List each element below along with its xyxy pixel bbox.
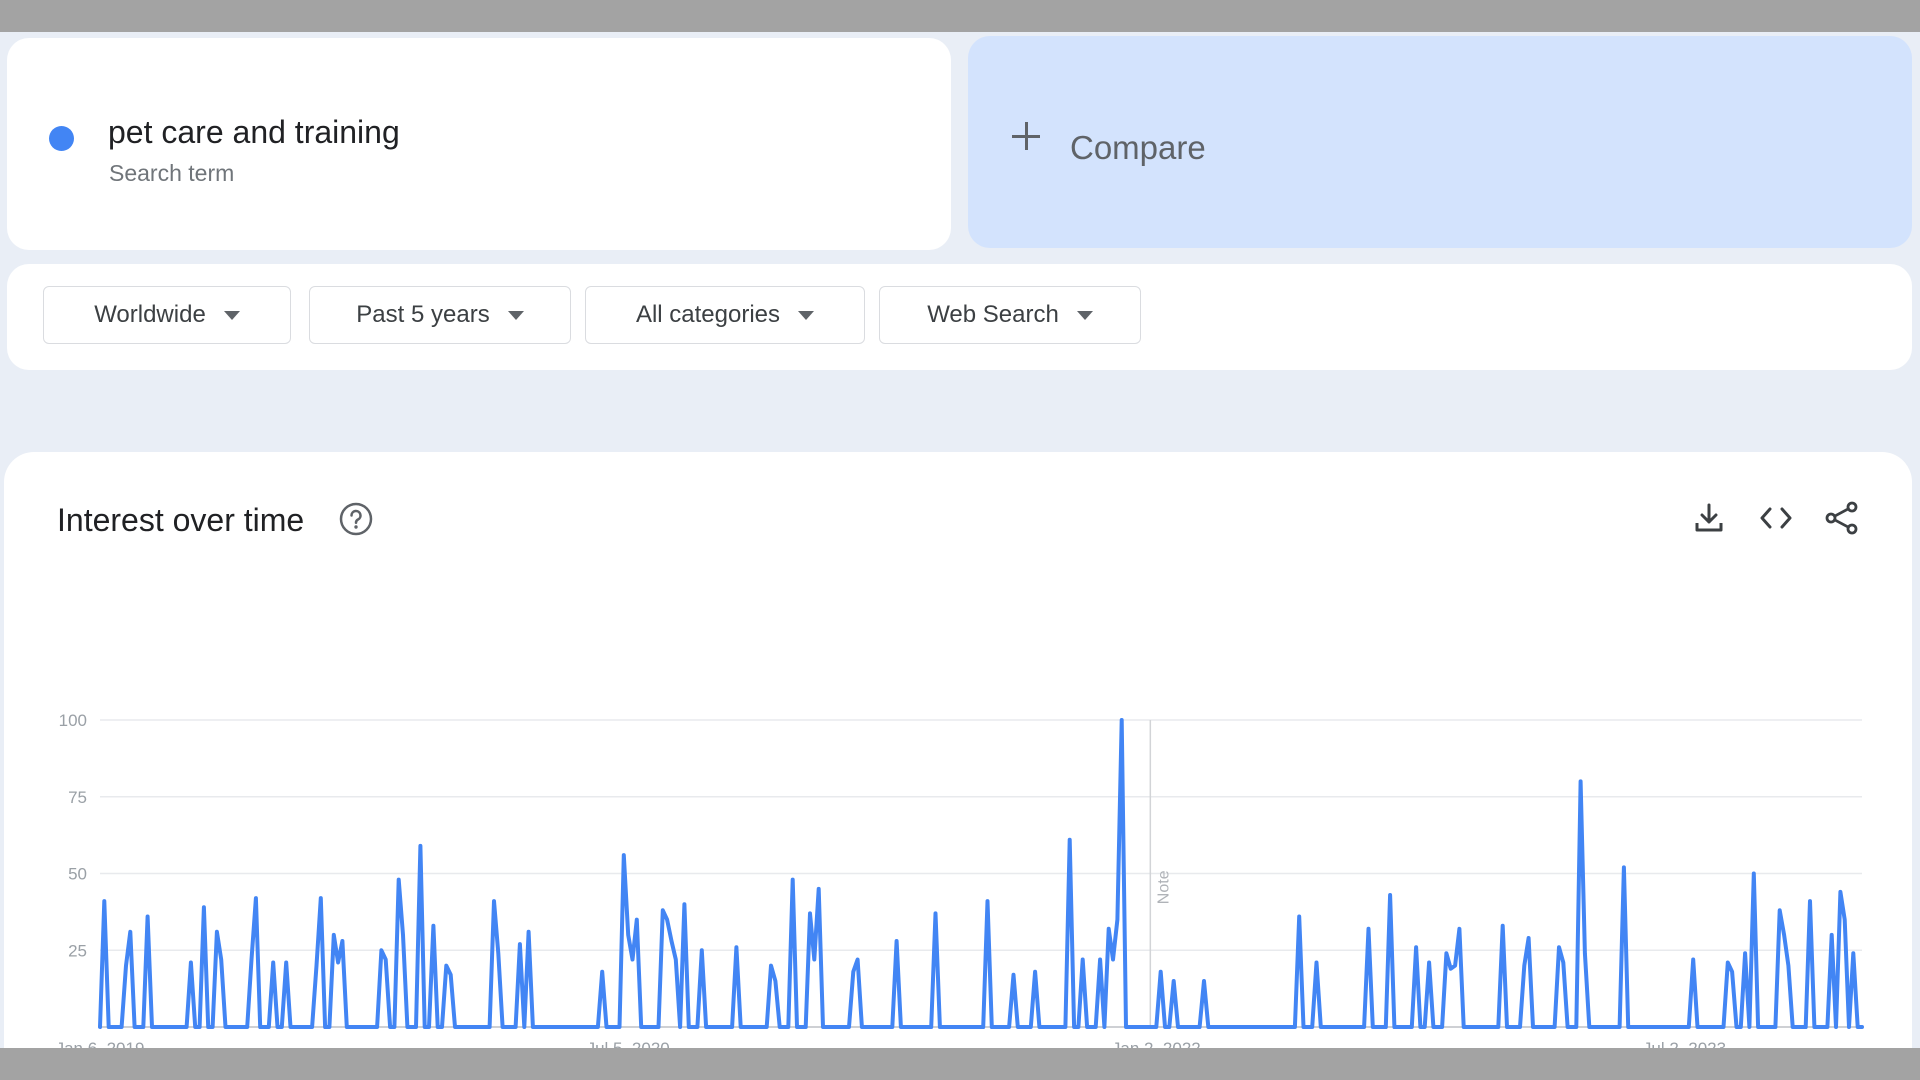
caret-down-icon	[798, 310, 815, 320]
annotation-label: Note	[1155, 870, 1172, 904]
interest-over-time-panel: Interest over time 25 50 75 100 Jan 6, 2019 J…	[4, 452, 1912, 1048]
caret-down-icon	[223, 310, 240, 320]
series-color-dot	[49, 126, 74, 151]
caret-down-icon	[507, 310, 524, 320]
search-term-subtitle: Search term	[109, 160, 235, 186]
category-filter-label: All categories	[635, 301, 781, 328]
category-filter-dropdown[interactable]: All categories	[585, 286, 865, 344]
trend-chart: 25 50 75 100 Jan 6, 2019 Jul 5, 2020 Jan 2, 20…	[56, 711, 1864, 1048]
x-tick-label: Jan 2, 2022	[1112, 1039, 1201, 1048]
y-tick-label: 50	[68, 865, 87, 884]
compare-label: Compare	[1070, 129, 1206, 166]
time-range-filter-dropdown[interactable]: Past 5 years	[309, 286, 571, 344]
time-range-filter-label: Past 5 years	[356, 301, 490, 328]
y-tick-label: 25	[68, 941, 87, 960]
filter-bar: Worldwide Past 5 years All categories We…	[7, 264, 1912, 370]
compare-button[interactable]: Compare	[968, 36, 1912, 248]
x-tick-label: Jan 6, 2019	[56, 1039, 145, 1048]
search-term-name: pet care and training	[108, 114, 400, 150]
x-tick-label: Jul 5, 2020	[587, 1039, 670, 1048]
y-tick-label: 100	[59, 711, 87, 730]
y-tick-label: 75	[68, 788, 87, 807]
search-type-filter-dropdown[interactable]: Web Search	[879, 286, 1141, 344]
x-tick-label: Jul 2, 2023	[1643, 1039, 1726, 1048]
location-filter-dropdown[interactable]: Worldwide	[43, 286, 291, 344]
caret-down-icon	[1076, 310, 1093, 320]
trends-page: pet care and training Search term Compar…	[0, 32, 1920, 1048]
location-filter-label: Worldwide	[94, 301, 206, 328]
plus-icon	[1012, 122, 1040, 150]
search-type-filter-label: Web Search	[927, 301, 1059, 328]
search-term-card[interactable]: pet care and training Search term	[7, 38, 951, 250]
